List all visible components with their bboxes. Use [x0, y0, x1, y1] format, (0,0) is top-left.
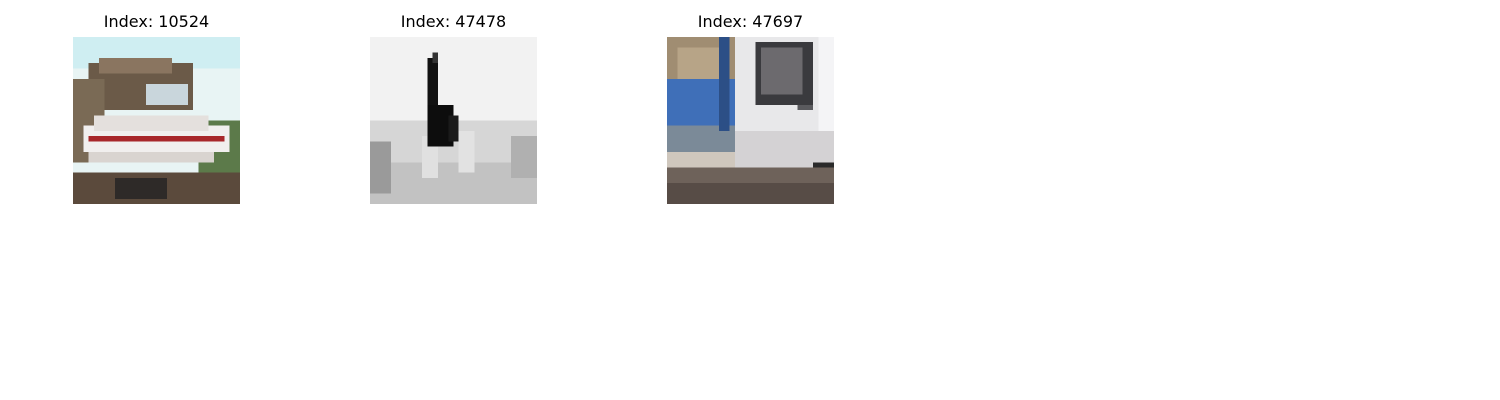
image-grid-figure: Index: 10524 Index: 47478 Index: 47697 — [0, 0, 1500, 400]
panel-title: Index: 47478 — [400, 12, 507, 31]
image-panel-3: Index: 47697 — [667, 0, 834, 210]
boat-image — [73, 37, 240, 204]
image-panel-2: Index: 47478 — [370, 0, 537, 210]
panel-title: Index: 47697 — [697, 12, 804, 31]
panel-title: Index: 10524 — [103, 12, 210, 31]
truck-image — [667, 37, 834, 204]
cat-image — [370, 37, 537, 204]
image-panel-1: Index: 10524 — [73, 0, 240, 210]
